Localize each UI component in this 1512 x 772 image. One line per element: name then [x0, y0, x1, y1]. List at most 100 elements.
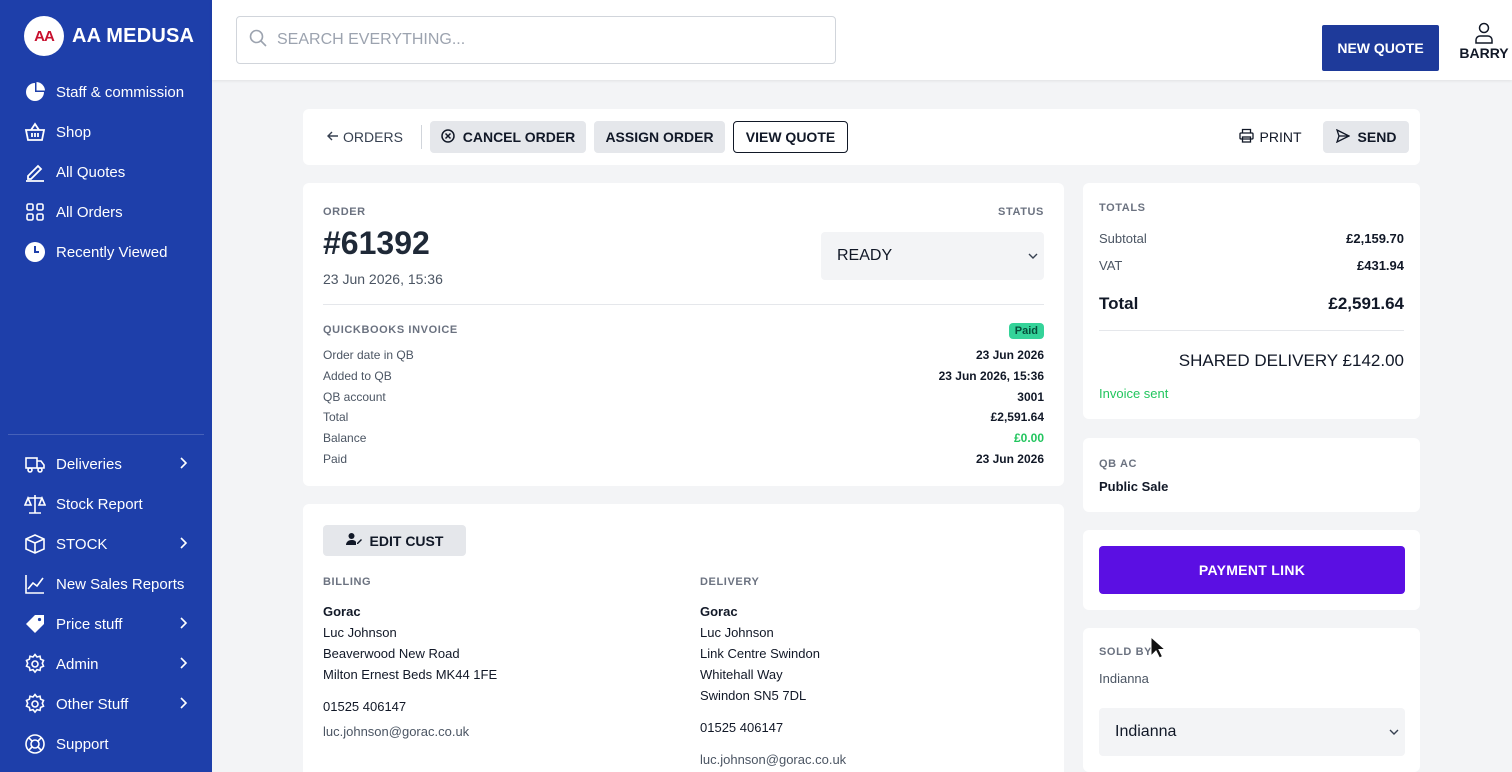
billing-line: Beaverwood New Road — [323, 646, 460, 661]
divider — [421, 125, 422, 149]
sidebar-item-label: Deliveries — [56, 455, 122, 473]
chevron-right-icon — [178, 696, 188, 713]
back-to-orders-link[interactable]: ORDERS — [323, 121, 407, 153]
mouse-cursor-icon — [1150, 635, 1167, 665]
send-button[interactable]: SEND — [1323, 121, 1409, 153]
status-value: READY — [837, 247, 893, 264]
line-chart-icon — [24, 573, 46, 595]
search-box[interactable] — [236, 16, 836, 64]
sidebar-item-staff-commission[interactable]: Staff & commission — [24, 78, 188, 106]
delivery-line: Whitehall Way — [700, 667, 783, 682]
qb-row-value: £2,591.64 — [990, 410, 1044, 424]
sold-by-select[interactable]: Indianna — [1099, 708, 1405, 756]
invoice-status: Invoice sent — [1099, 386, 1169, 401]
shared-delivery: SHARED DELIVERY £142.00 — [1178, 351, 1404, 370]
qb-row: Order date in QB 23 Jun 2026 — [323, 348, 1044, 362]
status-select[interactable]: READY — [821, 232, 1044, 280]
sidebar-item-stock[interactable]: STOCK — [24, 530, 188, 558]
billing-line: Milton Ernest Beds MK44 1FE — [323, 667, 498, 682]
sidebar-item-label: New Sales Reports — [56, 575, 185, 593]
sidebar-item-label: Support — [56, 735, 109, 753]
top-bar: NEW QUOTE BARRY — [212, 0, 1512, 80]
customer-card: EDIT CUST BILLING Gorac Luc Johnson Beav… — [303, 504, 1064, 772]
user-edit-icon — [345, 532, 362, 549]
new-quote-button[interactable]: NEW QUOTE — [1322, 25, 1439, 71]
sidebar-item-label: Shop — [56, 123, 92, 141]
qb-ac-value: Public Sale — [1099, 479, 1169, 494]
total-row: Total £2,591.64 — [1099, 294, 1404, 314]
qb-row: Balance £0.00 — [323, 431, 1044, 445]
chevron-right-icon — [178, 616, 188, 633]
total-label: Total — [1099, 294, 1139, 313]
sold-by-label: SOLD BY — [1099, 646, 1153, 658]
user-menu[interactable]: BARRY — [1456, 22, 1512, 61]
billing-phone: 01525 406147 — [323, 699, 407, 714]
sidebar-item-all-orders[interactable]: All Orders — [24, 198, 188, 226]
status-label: STATUS — [998, 206, 1044, 218]
send-label: SEND — [1357, 129, 1397, 145]
qb-row-label: Balance — [323, 431, 367, 445]
totals-label: TOTALS — [1099, 202, 1146, 214]
brand-name: AA MEDUSA — [72, 24, 195, 47]
chevron-right-icon — [178, 456, 188, 473]
order-date: 23 Jun 2026, 15:36 — [323, 271, 443, 287]
search-input[interactable] — [277, 31, 797, 49]
subtotal-value: £2,159.70 — [1346, 231, 1404, 246]
qb-row-value: 3001 — [1017, 390, 1044, 404]
edit-customer-button[interactable]: EDIT CUST — [323, 525, 466, 556]
chevron-down-icon — [1389, 723, 1399, 741]
sidebar-divider — [8, 434, 204, 435]
qb-row-value: 23 Jun 2026 — [975, 452, 1044, 466]
qb-account-card: QB AC Public Sale — [1083, 438, 1420, 512]
view-quote-button[interactable]: VIEW QUOTE — [733, 121, 848, 153]
arrow-left-icon — [327, 129, 339, 145]
cancel-circle-icon — [440, 128, 455, 146]
sidebar-item-shop[interactable]: Shop — [24, 118, 188, 146]
vat-label: VAT — [1099, 258, 1123, 273]
billing-email[interactable]: luc.johnson@gorac.co.uk — [323, 721, 497, 742]
vat-row: VAT £431.94 — [1099, 258, 1404, 273]
edit-customer-label: EDIT CUST — [369, 532, 444, 549]
delivery-label: DELIVERY — [700, 576, 760, 588]
sidebar-item-other-stuff[interactable]: Other Stuff — [24, 690, 188, 718]
brand[interactable]: AA AA MEDUSA — [0, 0, 212, 72]
basket-icon — [24, 121, 46, 143]
sidebar-item-support[interactable]: Support — [24, 730, 188, 758]
delivery-email[interactable]: luc.johnson@gorac.co.uk — [700, 749, 846, 770]
sidebar-item-stock-report[interactable]: Stock Report — [24, 490, 188, 518]
sidebar-item-label: Staff & commission — [56, 83, 185, 101]
box-icon — [24, 533, 46, 555]
qb-row: QB account 3001 — [323, 390, 1044, 404]
chevron-down-icon — [1028, 247, 1038, 265]
vat-value: £431.94 — [1357, 258, 1404, 273]
sidebar-item-price-stuff[interactable]: Price stuff — [24, 610, 188, 638]
gear-icon — [24, 653, 46, 675]
sidebar-item-all-quotes[interactable]: All Quotes — [24, 158, 188, 186]
billing-line: Luc Johnson — [323, 625, 397, 640]
pie-chart-icon — [24, 81, 46, 103]
sidebar-item-admin[interactable]: Admin — [24, 650, 188, 678]
print-label: PRINT — [1259, 129, 1302, 145]
sold-by-value: Indianna — [1099, 671, 1149, 686]
sidebar-item-deliveries[interactable]: Deliveries — [24, 450, 188, 478]
chevron-right-icon — [178, 656, 188, 673]
subtotal-row: Subtotal £2,159.70 — [1099, 231, 1404, 246]
clock-icon — [24, 241, 46, 263]
subtotal-label: Subtotal — [1099, 231, 1147, 246]
payment-link-button[interactable]: PAYMENT LINK — [1099, 546, 1405, 594]
divider — [1099, 330, 1404, 331]
sidebar-item-recently-viewed[interactable]: Recently Viewed — [24, 238, 188, 266]
sidebar-item-new-sales-reports[interactable]: New Sales Reports — [24, 570, 188, 598]
paid-badge-text: Paid — [1008, 323, 1044, 339]
billing-company: Gorac — [323, 604, 361, 619]
sold-by-card: SOLD BY Indianna Indianna — [1083, 628, 1420, 772]
cancel-order-button[interactable]: CANCEL ORDER — [430, 121, 586, 153]
sidebar-item-label: All Quotes — [56, 163, 126, 181]
sidebar-item-label: STOCK — [56, 535, 108, 553]
totals-card: TOTALS Subtotal £2,159.70 VAT £431.94 Tota… — [1083, 183, 1420, 419]
assign-order-button[interactable]: ASSIGN ORDER — [594, 121, 725, 153]
qb-row: Total £2,591.64 — [323, 410, 1044, 424]
print-button[interactable]: PRINT — [1234, 121, 1306, 153]
sidebar-item-label: Recently Viewed — [56, 243, 168, 261]
qb-row-label: Order date in QB — [323, 348, 414, 362]
